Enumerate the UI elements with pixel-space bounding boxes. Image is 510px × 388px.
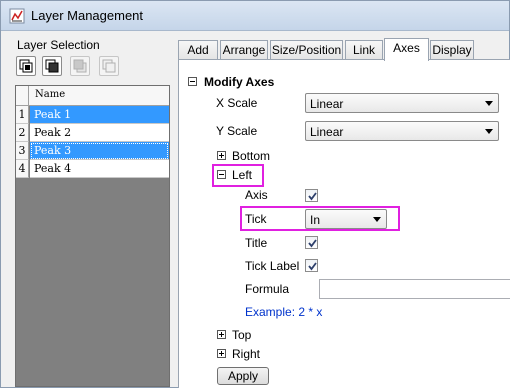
layer-name[interactable]: Peak 2 bbox=[30, 124, 169, 142]
y-scale-label: Y Scale bbox=[216, 124, 258, 138]
layer-name[interactable]: Peak 4 bbox=[30, 160, 169, 178]
tick-dropdown[interactable]: In bbox=[305, 209, 387, 229]
checkmark-icon bbox=[308, 192, 317, 201]
tab-link[interactable]: Link bbox=[345, 40, 383, 60]
tab-display[interactable]: Display bbox=[430, 40, 474, 60]
layer-management-window: Layer Management Layer Selection Name 1 … bbox=[0, 0, 510, 388]
formula-label: Formula bbox=[245, 282, 290, 296]
bottom-axis-label[interactable]: Bottom bbox=[232, 149, 270, 163]
chevron-down-icon bbox=[373, 217, 381, 222]
tab-arrange[interactable]: Arrange bbox=[220, 40, 268, 60]
checkmark-icon bbox=[308, 262, 317, 271]
layer-selection-heading: Layer Selection bbox=[17, 38, 100, 52]
layer-name[interactable]: Peak 3 bbox=[30, 142, 169, 160]
x-scale-value: Linear bbox=[310, 97, 344, 111]
apply-button[interactable]: Apply bbox=[217, 367, 269, 385]
formula-input[interactable] bbox=[319, 279, 510, 299]
select-all-layers-button[interactable] bbox=[16, 56, 36, 76]
layer-row[interactable]: 2 Peak 2 bbox=[16, 124, 169, 142]
layer-front-icon bbox=[45, 59, 59, 73]
title-checkbox[interactable] bbox=[305, 236, 318, 249]
tab-add[interactable]: Add bbox=[178, 40, 218, 60]
title-label: Title bbox=[245, 236, 268, 250]
layer-row[interactable]: 1 Peak 1 bbox=[16, 106, 169, 124]
checkmark-icon bbox=[308, 239, 317, 248]
row-number: 4 bbox=[16, 160, 29, 178]
window-title: Layer Management bbox=[31, 8, 144, 23]
left-axis-label[interactable]: Left bbox=[232, 168, 252, 182]
tab-axes[interactable]: Axes bbox=[384, 38, 429, 61]
y-scale-dropdown[interactable]: Linear bbox=[305, 121, 499, 141]
tick-label: Tick bbox=[245, 212, 267, 226]
layer-list: Name 1 Peak 1 2 Peak 2 3 Peak 3 4 Peak 4 bbox=[15, 85, 170, 387]
name-column-header[interactable]: Name bbox=[35, 89, 65, 100]
tick-label-checkbox[interactable] bbox=[305, 259, 318, 272]
layer-back-icon bbox=[73, 59, 87, 73]
axis-label: Axis bbox=[245, 188, 268, 202]
title-bar: Layer Management bbox=[1, 1, 509, 31]
collapse-left-icon[interactable] bbox=[217, 170, 226, 179]
expand-bottom-icon[interactable] bbox=[217, 151, 226, 160]
x-scale-label: X Scale bbox=[216, 96, 258, 110]
layer-name[interactable]: Peak 1 bbox=[30, 106, 169, 124]
x-scale-dropdown[interactable]: Linear bbox=[305, 93, 499, 113]
tab-bar: Add Arrange Size/Position Link Axes Disp… bbox=[178, 38, 510, 61]
row-number: 3 bbox=[16, 142, 29, 160]
right-axis-label[interactable]: Right bbox=[232, 347, 260, 361]
tab-size-position[interactable]: Size/Position bbox=[270, 40, 343, 60]
layer-row[interactable]: 4 Peak 4 bbox=[16, 160, 169, 178]
layer-selection-panel: Layer Selection Name 1 Peak 1 2 Peak 2 3… bbox=[11, 37, 171, 387]
modify-axes-section-title: Modify Axes bbox=[204, 75, 275, 89]
formula-example-hint: Example: 2 * x bbox=[245, 305, 323, 319]
chevron-down-icon bbox=[485, 129, 493, 134]
expand-right-icon[interactable] bbox=[217, 349, 226, 358]
layer-list-header: Name bbox=[16, 86, 169, 106]
collapse-modify-axes-icon[interactable] bbox=[188, 77, 197, 86]
row-number: 1 bbox=[16, 106, 29, 124]
tick-label-label: Tick Label bbox=[245, 259, 300, 273]
axis-checkbox[interactable] bbox=[305, 189, 318, 202]
app-icon bbox=[9, 8, 25, 24]
tick-value: In bbox=[310, 213, 321, 227]
row-number: 2 bbox=[16, 124, 29, 142]
top-axis-label[interactable]: Top bbox=[232, 328, 251, 342]
chevron-down-icon bbox=[485, 101, 493, 106]
expand-top-icon[interactable] bbox=[217, 330, 226, 339]
layer-row[interactable]: 3 Peak 3 bbox=[16, 142, 169, 160]
layers-deselect-icon bbox=[102, 59, 116, 73]
y-scale-value: Linear bbox=[310, 125, 344, 139]
select-layer-button[interactable] bbox=[42, 56, 62, 76]
deselect-layers-button[interactable] bbox=[99, 56, 119, 76]
move-layer-back-button[interactable] bbox=[70, 56, 90, 76]
layers-stack-icon bbox=[19, 59, 33, 73]
